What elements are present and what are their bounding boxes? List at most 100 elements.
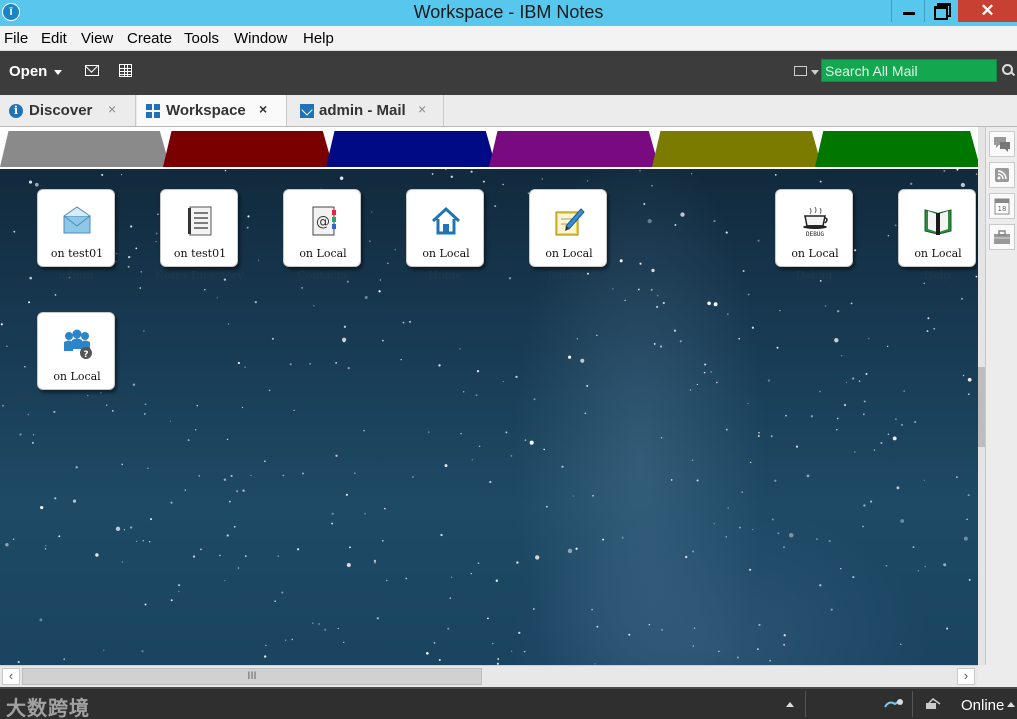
- chevron-up-icon[interactable]: [786, 702, 794, 707]
- star: [767, 379, 770, 382]
- star: [596, 625, 599, 628]
- tab-admin-mail[interactable]: admin - Mail ×: [288, 95, 444, 126]
- page-tab-red[interactable]: [163, 131, 333, 167]
- menu-window[interactable]: Window: [234, 30, 287, 47]
- workspace-tile-home[interactable]: on Local: [406, 189, 484, 267]
- tab-discover[interactable]: i Discover ×: [0, 95, 136, 126]
- star: [427, 431, 430, 434]
- star: [819, 390, 821, 393]
- star: [196, 404, 199, 407]
- page-tab-purple[interactable]: [489, 131, 659, 167]
- menu-edit[interactable]: Edit: [41, 30, 67, 47]
- close-icon[interactable]: ×: [259, 101, 267, 117]
- menu-view[interactable]: View: [81, 30, 113, 47]
- star: [567, 548, 573, 554]
- page-tab-olive[interactable]: [652, 131, 822, 167]
- tile-title: Contacts: [297, 269, 347, 282]
- search-icon[interactable]: [1002, 64, 1013, 75]
- tile-server-label: on test01: [50, 247, 104, 260]
- chevron-up-icon[interactable]: [1007, 702, 1015, 707]
- location-icon[interactable]: [924, 697, 942, 711]
- online-status[interactable]: Online: [961, 697, 1004, 714]
- star: [250, 474, 252, 477]
- star: [912, 546, 915, 549]
- star: [382, 339, 384, 342]
- replication-icon[interactable]: [884, 698, 904, 710]
- scroll-left-button[interactable]: ‹: [2, 668, 20, 685]
- star: [293, 409, 295, 412]
- page-tab-blue[interactable]: [326, 131, 496, 167]
- page-tab-green[interactable]: [815, 131, 978, 167]
- status-divider: [912, 691, 913, 717]
- close-button[interactable]: ✕: [958, 0, 1017, 22]
- workspace-canvas[interactable]: on test01 admin on test01 Notes Director…: [0, 127, 978, 665]
- feed-icon[interactable]: [989, 162, 1015, 188]
- star: [95, 553, 99, 557]
- menu-create[interactable]: Create: [127, 30, 172, 47]
- menu-file[interactable]: File: [4, 30, 28, 47]
- star: [402, 321, 405, 324]
- vertical-scrollbar[interactable]: [978, 127, 985, 665]
- tile-title: Debug: [795, 269, 833, 282]
- chevron-down-icon[interactable]: [54, 70, 62, 75]
- close-icon[interactable]: ×: [418, 101, 426, 117]
- star: [143, 330, 145, 332]
- star: [378, 290, 381, 293]
- workspace-tile-directory[interactable]: on test01: [160, 189, 238, 267]
- search-scope-mail-icon[interactable]: [794, 66, 807, 76]
- workspace-tile-journal[interactable]: on Local: [529, 189, 607, 267]
- workspace-tile-contacts[interactable]: @ on Local: [283, 189, 361, 267]
- scroll-right-button[interactable]: ›: [957, 668, 975, 685]
- star: [178, 590, 180, 593]
- star: [5, 543, 9, 547]
- star: [178, 584, 181, 587]
- star: [438, 658, 441, 662]
- star: [575, 547, 578, 550]
- star: [497, 658, 500, 660]
- star: [470, 170, 473, 173]
- maximize-button[interactable]: [924, 0, 958, 22]
- star: [788, 533, 794, 538]
- star: [596, 334, 598, 336]
- star: [120, 173, 123, 176]
- mail-icon[interactable]: [85, 65, 99, 76]
- menu-help[interactable]: Help: [303, 30, 334, 47]
- minimize-button[interactable]: [891, 0, 924, 22]
- star: [639, 170, 641, 172]
- star: [651, 184, 653, 187]
- close-icon[interactable]: ×: [108, 101, 116, 117]
- tile-title: Help: [923, 269, 951, 282]
- star: [381, 539, 384, 542]
- horizontal-scroll-thumb[interactable]: III: [22, 668, 482, 685]
- star: [713, 220, 716, 223]
- star: [673, 329, 677, 332]
- calendar-icon[interactable]: [119, 64, 132, 77]
- star: [679, 340, 682, 343]
- tab-workspace[interactable]: Workspace ×: [137, 95, 287, 126]
- calendar-day-icon[interactable]: 18: [989, 193, 1015, 219]
- vertical-scroll-thumb[interactable]: [978, 367, 985, 447]
- page-tab-gray[interactable]: [0, 131, 170, 167]
- star: [776, 346, 779, 349]
- star: [852, 576, 855, 579]
- workspace-tile-admin-mail[interactable]: on test01: [37, 189, 115, 267]
- chevron-down-icon[interactable]: [811, 70, 819, 75]
- workspace-tile-help[interactable]: on Local: [898, 189, 976, 267]
- open-button[interactable]: Open: [9, 63, 47, 80]
- star: [34, 182, 39, 187]
- workspace-tile-debug[interactable]: DEBUG on Local: [775, 189, 853, 267]
- star: [543, 448, 546, 451]
- toolbox-icon[interactable]: [989, 224, 1015, 250]
- star: [923, 479, 925, 481]
- star: [281, 591, 284, 594]
- status-bar: 大数跨境 Online: [0, 687, 1017, 719]
- chat-icon[interactable]: [989, 131, 1015, 157]
- search-input[interactable]: [821, 59, 997, 82]
- star: [63, 658, 65, 660]
- star: [228, 500, 231, 503]
- workspace-tile-community[interactable]: ? on Local: [37, 312, 115, 390]
- horizontal-scrollbar[interactable]: ‹ III ›: [0, 665, 978, 687]
- tab-label: Workspace: [166, 102, 246, 119]
- menu-tools[interactable]: Tools: [184, 30, 219, 47]
- star: [943, 563, 947, 567]
